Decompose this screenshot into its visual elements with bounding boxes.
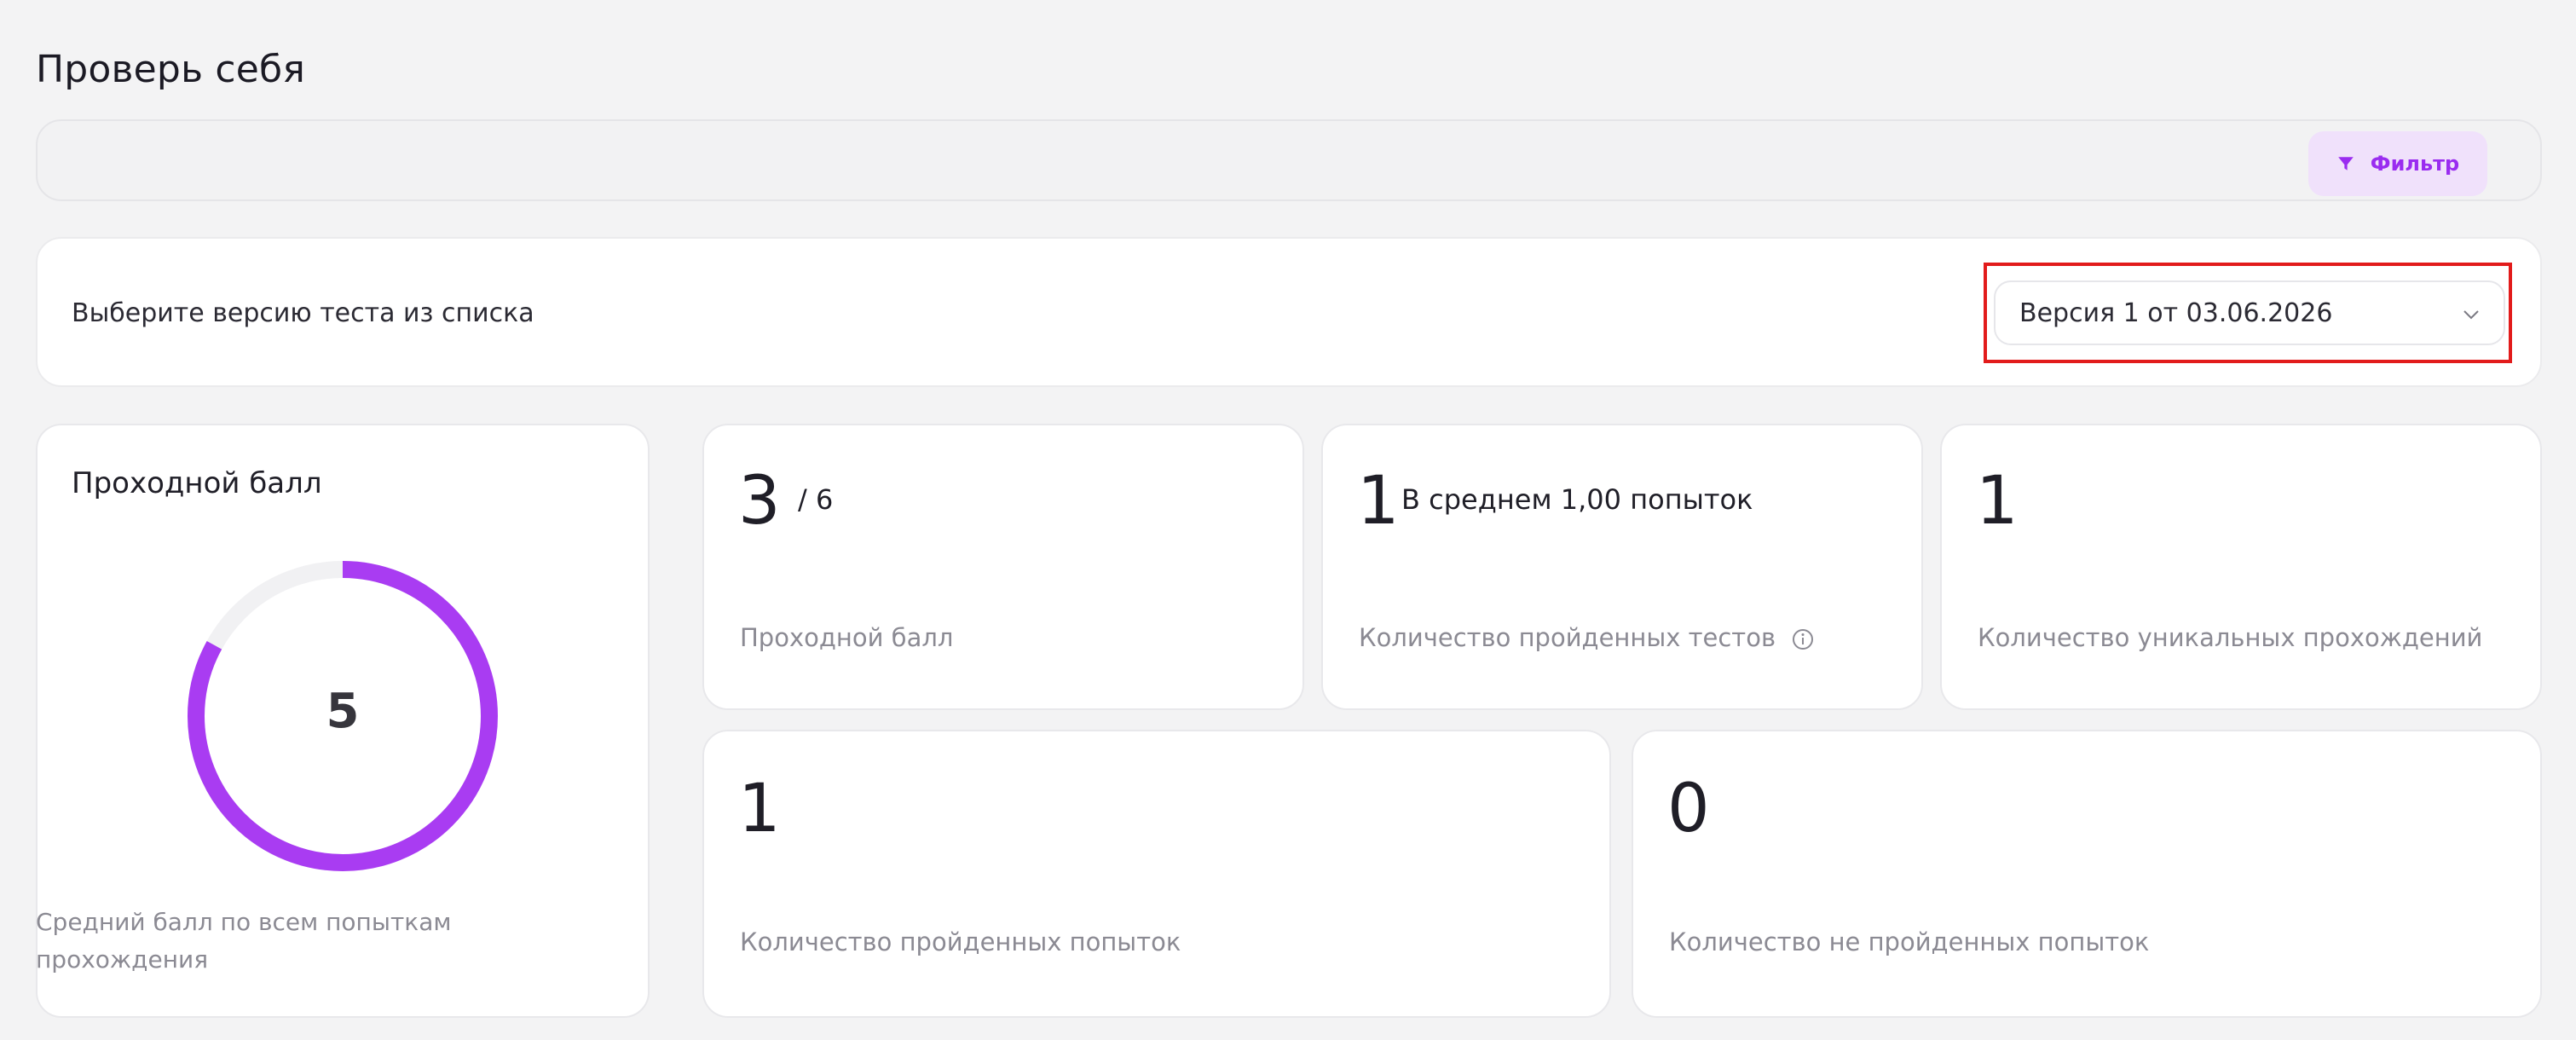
stat-attempts-passed-label: Количество пройденных попыток xyxy=(740,927,1181,956)
stat-tests-passed-suffix: В среднем 1,00 попыток xyxy=(1401,483,1753,516)
stat-card-passing: 3 / 6 Проходной балл xyxy=(702,424,1304,710)
stat-attempts-failed-label: Количество не пройденных попыток xyxy=(1669,927,2150,956)
passing-score-caption: Средний балл по всем попыткам прохождени… xyxy=(36,908,452,974)
stat-card-attempts-failed: 0 Количество не пройденных попыток xyxy=(1632,730,2542,1018)
filter-button[interactable]: Фильтр xyxy=(2308,131,2487,196)
version-select-value: Версия 1 от 03.06.2026 xyxy=(2019,298,2333,328)
info-icon[interactable] xyxy=(1792,628,1814,650)
stat-passing-suffix: / 6 xyxy=(798,483,834,516)
filter-button-label: Фильтр xyxy=(2370,152,2460,176)
chevron-down-icon xyxy=(2463,310,2479,320)
stat-tests-passed-caption: Количество пройденных тестов xyxy=(1359,623,1814,652)
filter-icon xyxy=(2337,157,2354,170)
stat-tests-passed-label: Количество пройденных тестов xyxy=(1359,623,1776,652)
stat-attempts-failed-value: 0 xyxy=(1667,771,1710,847)
version-prompt: Выберите версию теста из списка xyxy=(72,298,534,328)
page: Проверь себя Фильтр Выберите версию тест… xyxy=(0,0,2576,1040)
stat-passing-value: 3 xyxy=(738,463,781,540)
passing-score-value: 5 xyxy=(326,684,360,739)
stat-card-attempts-passed: 1 Количество пройденных попыток xyxy=(702,730,1611,1018)
stat-unique-value: 1 xyxy=(1976,463,2019,540)
version-select[interactable]: Версия 1 от 03.06.2026 xyxy=(1994,280,2505,345)
stat-card-unique: 1 Количество уникальных прохождений xyxy=(1940,424,2542,710)
stat-tests-passed-value: 1 xyxy=(1357,463,1400,540)
stat-passing-label: Проходной балл xyxy=(740,623,954,652)
stat-attempts-passed-value: 1 xyxy=(738,771,781,847)
stat-card-tests-passed: 1 В среднем 1,00 попыток Количество прой… xyxy=(1321,424,1923,710)
filter-bar: Фильтр xyxy=(36,119,2542,201)
passing-score-title: Проходной балл xyxy=(72,466,322,500)
page-title: Проверь себя xyxy=(36,48,306,91)
stat-unique-label: Количество уникальных прохождений xyxy=(1978,623,2483,652)
